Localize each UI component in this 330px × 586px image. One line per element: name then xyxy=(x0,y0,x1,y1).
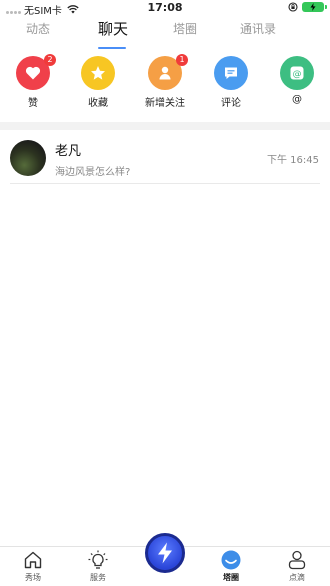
svg-text:@: @ xyxy=(293,70,302,80)
quick-action-label: 评论 xyxy=(221,98,241,109)
nav-item-services[interactable]: 服务 xyxy=(76,550,120,583)
nav-label: 塔圈 xyxy=(223,573,239,582)
battery-icon xyxy=(302,2,327,12)
quick-action-new-follows[interactable]: 1 新增关注 xyxy=(135,54,195,109)
chat-list-item[interactable]: 老凡 海边风景怎么样? 下午 16:45 xyxy=(0,136,330,182)
quick-actions: 2 赞 收藏 1 新增关注 评论 @ @ xyxy=(0,54,330,116)
quick-action-label: 新增关注 xyxy=(145,98,185,109)
section-divider xyxy=(0,122,330,130)
active-tab-indicator xyxy=(98,47,126,49)
new-follows-badge: 1 xyxy=(176,54,188,66)
quick-action-mentions[interactable]: @ @ xyxy=(267,56,327,105)
nav-label: 点滴 xyxy=(289,573,305,582)
chat-preview: 海边风景怎么样? xyxy=(55,167,131,178)
list-divider xyxy=(10,183,320,184)
home-icon xyxy=(24,551,42,569)
tab-contacts[interactable]: 通讯录 xyxy=(240,20,276,37)
at-icon: @ xyxy=(280,56,314,90)
quick-action-favorites[interactable]: 收藏 xyxy=(68,56,128,109)
chat-time: 下午 16:45 xyxy=(267,155,319,166)
likes-badge: 2 xyxy=(44,54,56,66)
center-action-button[interactable] xyxy=(145,533,185,573)
nav-item-showroom[interactable]: 秀场 xyxy=(11,550,55,583)
status-right xyxy=(288,2,327,12)
tab-tower-circle[interactable]: 塔圈 xyxy=(173,20,197,37)
person-icon: 1 xyxy=(148,54,188,90)
status-bar: 无SIM卡 17:08 xyxy=(0,0,330,17)
lightning-icon xyxy=(158,542,172,564)
rotation-lock-icon xyxy=(288,2,298,12)
bottom-nav: 秀场 服务 塔圈 点滴 xyxy=(0,533,330,586)
nav-item-profile[interactable]: 点滴 xyxy=(275,550,319,583)
tab-chat[interactable]: 聊天 xyxy=(98,18,128,39)
nav-label: 秀场 xyxy=(25,573,41,582)
chat-name: 老凡 xyxy=(55,144,82,159)
profile-icon xyxy=(288,550,306,570)
avatar xyxy=(10,140,46,176)
tower-circle-icon xyxy=(221,550,241,570)
lightbulb-icon xyxy=(88,550,108,569)
quick-action-comments[interactable]: 评论 xyxy=(201,56,261,109)
top-tabs: 动态 聊天 塔圈 通讯录 xyxy=(0,20,330,50)
quick-action-label: 赞 xyxy=(28,98,38,109)
tab-dynamic[interactable]: 动态 xyxy=(26,20,50,37)
nav-item-tower-circle[interactable]: 塔圈 xyxy=(209,550,253,583)
heart-icon: 2 xyxy=(16,54,56,90)
nav-label: 服务 xyxy=(90,573,106,582)
status-time: 17:08 xyxy=(147,1,183,14)
quick-action-likes[interactable]: 2 赞 xyxy=(3,54,63,109)
quick-action-label: 收藏 xyxy=(88,98,108,109)
star-icon xyxy=(81,56,115,90)
quick-action-label: @ xyxy=(292,94,302,105)
comment-icon xyxy=(214,56,248,90)
